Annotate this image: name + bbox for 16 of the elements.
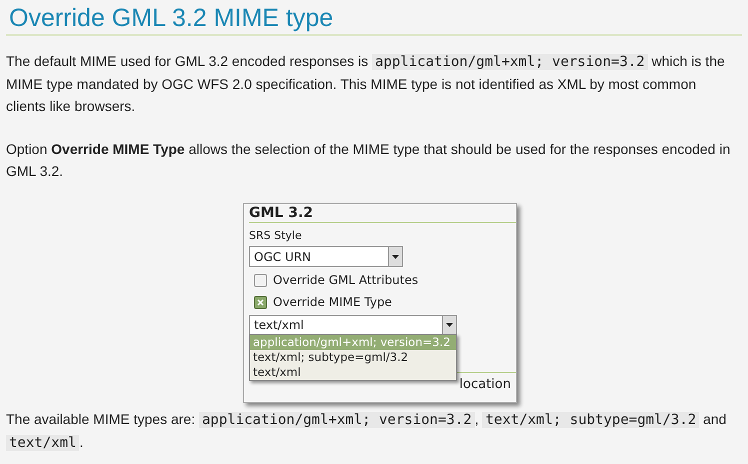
field-label: SRS Style (249, 229, 303, 243)
page-title: Override GML 3.2 MIME type (8, 3, 334, 34)
checkbox-label: Override GML Attributes (273, 272, 418, 289)
dropdown-option[interactable]: text/xml; subtype=gml/3.2 (250, 350, 456, 365)
paragraph: Option Override MIME Type allows the selection of the MIME type that should be used for the responses encoded in GML 3.2. (6, 140, 732, 181)
checkbox[interactable] (254, 296, 267, 308)
paragraph: The default MIME used for GML 3.2 encoded responses is application/gml+xml; version=3.2 which is the MIME type mandated by OGC WFS 2.0 specification. This MIME type is not identified as XML by most common clients like browsers. (6, 52, 726, 116)
checkbox-label: location (459, 376, 511, 394)
cross-icon (257, 298, 264, 306)
checkbox[interactable] (254, 274, 267, 286)
dropdown-option[interactable]: text/xml (250, 365, 456, 380)
paragraph: The available MIME types are: application/gml+xml; version=3.2 , text/xml; subtype=gml/3.2 and text/xml . (6, 410, 728, 453)
srs-style-select[interactable]: OGC URN (249, 246, 403, 267)
mime-type-select[interactable]: text/xml (249, 315, 457, 335)
checkbox-label: Override MIME Type (273, 294, 392, 311)
panel-title: GML 3.2 (249, 204, 314, 222)
